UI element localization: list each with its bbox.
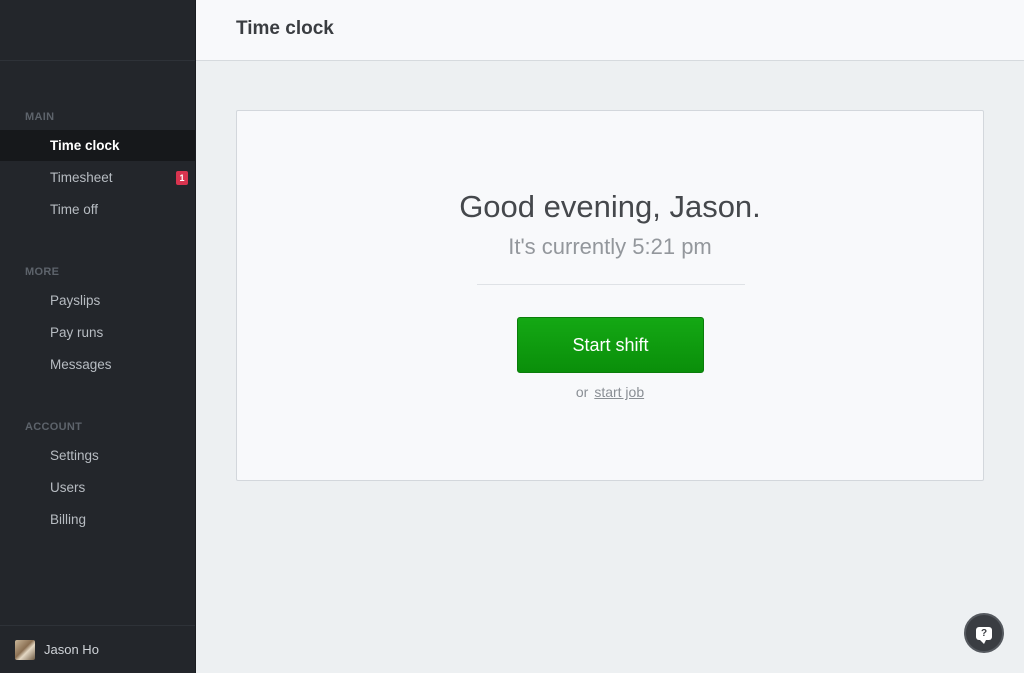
sidebar-item-billing[interactable]: Billing xyxy=(0,504,195,535)
start-shift-button[interactable]: Start shift xyxy=(517,317,704,373)
sidebar-item-label: Timesheet xyxy=(50,170,113,185)
sidebar-item-label: Billing xyxy=(50,512,87,527)
help-button[interactable]: ? xyxy=(964,613,1004,653)
sidebar-item-label: Pay runs xyxy=(50,325,104,340)
sidebar-item-label: Users xyxy=(50,480,86,495)
current-time: It's currently 5:21 pm xyxy=(508,234,712,259)
notification-badge: 1 xyxy=(176,171,188,185)
sidebar-logo-area xyxy=(0,0,195,61)
divider xyxy=(477,284,745,285)
sidebar-item-payslips[interactable]: Payslips xyxy=(0,285,195,316)
sidebar: MAIN Time clock Timesheet 1 Time off MORE… xyxy=(0,0,196,673)
sidebar-item-users[interactable]: Users xyxy=(0,472,195,503)
sidebar-item-messages[interactable]: Messages xyxy=(0,349,195,380)
sidebar-item-settings[interactable]: Settings xyxy=(0,440,195,471)
sidebar-item-timesheet[interactable]: Timesheet 1 xyxy=(0,162,195,193)
time-clock-card: Good evening, Jason. It's currently 5:21… xyxy=(236,110,984,481)
user-menu[interactable]: Jason Ho xyxy=(0,625,195,673)
page-title: Time clock xyxy=(236,18,334,39)
section-label-account: ACCOUNT xyxy=(25,421,83,433)
sidebar-item-label: Messages xyxy=(50,357,112,372)
sidebar-item-label: Time clock xyxy=(50,138,120,153)
start-job-line: or start job xyxy=(237,384,983,400)
sidebar-item-label: Payslips xyxy=(50,293,101,308)
header: Time clock xyxy=(196,0,1024,61)
sidebar-item-label: Time off xyxy=(50,202,99,217)
section-label-main: MAIN xyxy=(25,111,55,123)
sidebar-item-time-clock[interactable]: Time clock xyxy=(0,130,195,161)
or-text: or xyxy=(575,384,589,400)
sidebar-item-pay-runs[interactable]: Pay runs xyxy=(0,317,195,348)
section-label-more: MORE xyxy=(25,266,60,278)
help-chat-icon: ? xyxy=(976,626,992,644)
avatar xyxy=(15,639,35,660)
sidebar-item-label: Settings xyxy=(50,448,99,463)
greeting: Good evening, Jason. xyxy=(459,189,761,224)
start-job-link[interactable]: start job xyxy=(594,384,644,400)
user-name: Jason Ho xyxy=(44,642,99,657)
sidebar-item-time-off[interactable]: Time off xyxy=(0,194,195,225)
